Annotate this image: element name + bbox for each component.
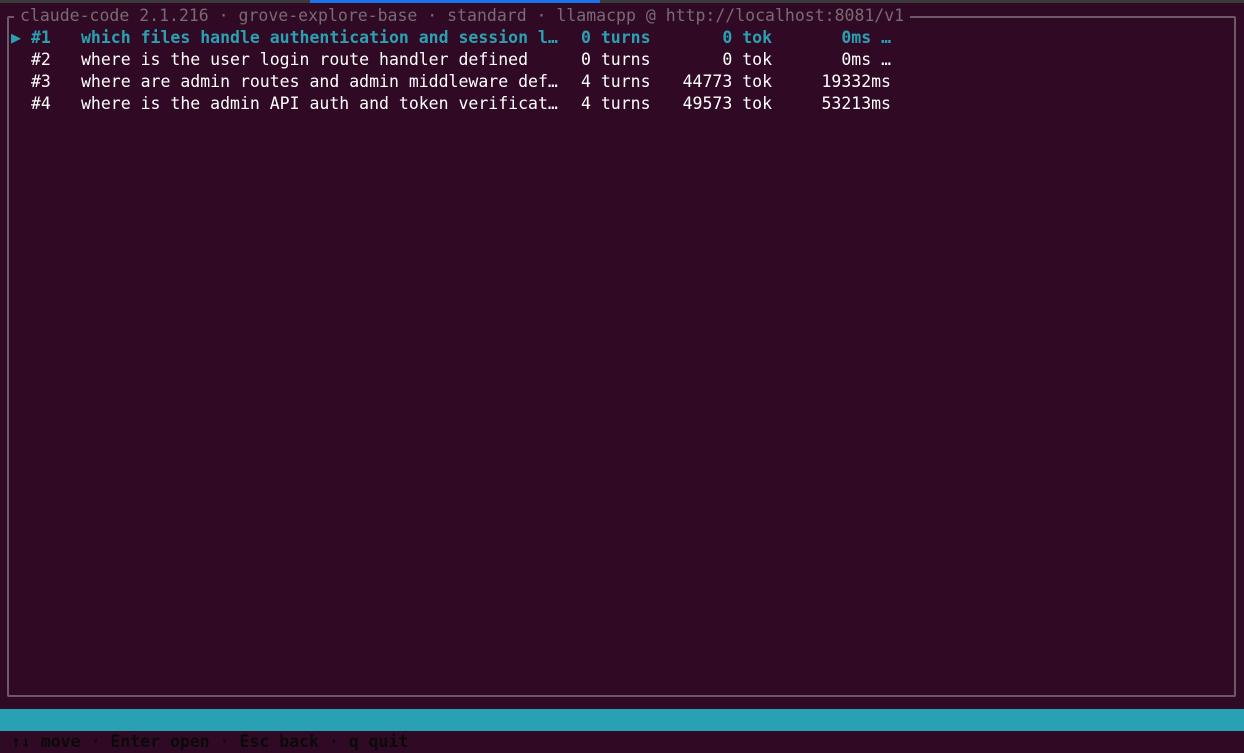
run-tokens: 0 tok <box>722 50 772 69</box>
list-item[interactable]: #4 where is the admin API auth and token… <box>11 93 1211 115</box>
run-query: which files handle authentication and se… <box>81 28 558 47</box>
run-duration: 53213ms <box>821 94 891 113</box>
run-query: where is the user login route handler de… <box>81 50 529 69</box>
run-number: #2 <box>31 50 51 69</box>
run-duration: 19332ms <box>821 72 891 91</box>
run-number: #3 <box>31 72 51 91</box>
run-tokens: 44773 tok <box>682 72 772 91</box>
run-query: where is the admin API auth and token ve… <box>81 94 558 113</box>
status-bar: ↑↓ move · Enter open · Esc back · q quit <box>0 709 1244 751</box>
list-item[interactable]: #3 where are admin routes and admin midd… <box>11 71 1211 93</box>
run-duration: 0ms … <box>841 28 891 47</box>
run-number: #4 <box>31 94 51 113</box>
run-tokens: 0 tok <box>722 28 772 47</box>
run-tokens: 49573 tok <box>682 94 772 113</box>
active-tab-indicator <box>310 0 600 3</box>
run-turns: 0 turns <box>581 28 651 47</box>
run-duration: 0ms … <box>841 50 891 69</box>
runs-list: ▶ #1 which files handle authentication a… <box>11 27 1211 115</box>
run-number: #1 <box>31 28 51 47</box>
run-query: where are admin routes and admin middlew… <box>81 72 558 91</box>
list-item[interactable]: ▶ #1 which files handle authentication a… <box>11 27 1211 49</box>
run-turns: 0 turns <box>581 50 651 69</box>
list-item[interactable]: #2 where is the user login route handler… <box>11 49 1211 71</box>
run-turns: 4 turns <box>581 72 651 91</box>
run-turns: 4 turns <box>581 94 651 113</box>
terminal-top-border <box>0 0 1244 3</box>
keybinding-hints: ↑↓ move · Enter open · Esc back · q quit <box>11 732 409 751</box>
panel-title: claude-code 2.1.216 · grove-explore-base… <box>14 5 911 27</box>
runs-list-panel <box>7 16 1236 697</box>
cursor-arrow-icon: ▶ <box>11 28 21 47</box>
